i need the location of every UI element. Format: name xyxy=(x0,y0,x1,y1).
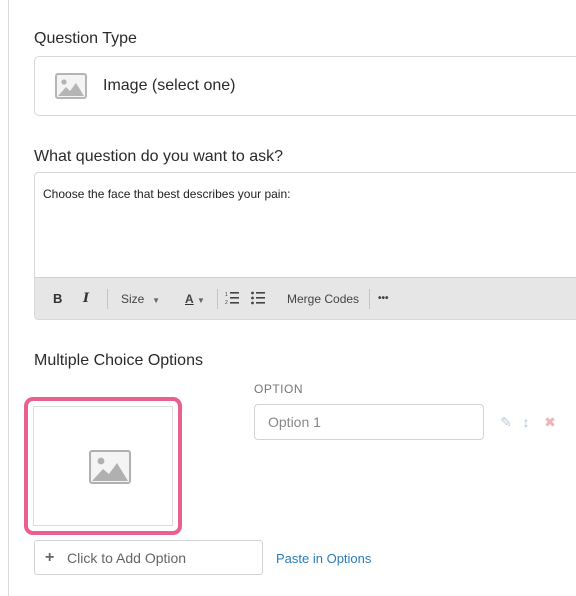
question-text[interactable]: Choose the face that best describes your… xyxy=(43,187,290,201)
editor-toolbar: B I Size ▼ A ▼ 1 2 Merge Codes ••• xyxy=(35,277,576,319)
chevron-down-icon: ▼ xyxy=(197,296,205,305)
image-icon xyxy=(55,73,87,99)
toolbar-separator xyxy=(217,289,218,309)
more-options-button[interactable]: ••• xyxy=(378,291,389,307)
question-text-label: What question do you want to ask? xyxy=(34,148,284,165)
merge-codes-button[interactable]: Merge Codes xyxy=(287,291,359,307)
question-type-select[interactable]: Image (select one) xyxy=(34,56,576,116)
font-size-dropdown[interactable]: Size ▼ xyxy=(121,291,160,307)
left-divider xyxy=(8,0,9,596)
add-option-label: Click to Add Option xyxy=(67,550,187,566)
svg-text:1: 1 xyxy=(225,292,228,298)
font-size-label: Size xyxy=(121,292,145,306)
question-type-label: Question Type xyxy=(34,30,137,47)
numbered-list-icon[interactable]: 1 2 xyxy=(225,290,239,306)
question-editor[interactable]: Choose the face that best describes your… xyxy=(34,172,576,320)
delete-icon[interactable]: ✖ xyxy=(542,412,558,432)
pencil-icon[interactable]: ✎ xyxy=(498,412,514,432)
bulleted-list-icon[interactable] xyxy=(251,290,265,306)
plus-icon: + xyxy=(45,549,55,566)
reorder-icon[interactable]: ↕ xyxy=(518,412,534,432)
bold-button[interactable]: B xyxy=(53,291,62,307)
question-type-value: Image (select one) xyxy=(103,77,236,94)
paste-options-link[interactable]: Paste in Options xyxy=(276,551,371,566)
chevron-down-icon: ▼ xyxy=(147,296,161,305)
multiple-choice-options-label: Multiple Choice Options xyxy=(34,352,203,369)
font-color-dropdown[interactable]: A ▼ xyxy=(185,291,205,307)
option-1-input[interactable] xyxy=(254,404,484,440)
image-icon xyxy=(89,450,131,484)
toolbar-separator xyxy=(107,289,108,309)
option-column-header: OPTION xyxy=(254,382,304,396)
italic-button[interactable]: I xyxy=(83,291,89,307)
option-image-upload[interactable] xyxy=(24,397,182,535)
toolbar-separator xyxy=(369,289,370,309)
option-image-frame xyxy=(33,406,173,526)
add-option-button[interactable]: + Click to Add Option xyxy=(34,540,263,575)
font-color-icon: A xyxy=(185,292,194,306)
svg-text:2: 2 xyxy=(225,300,228,306)
